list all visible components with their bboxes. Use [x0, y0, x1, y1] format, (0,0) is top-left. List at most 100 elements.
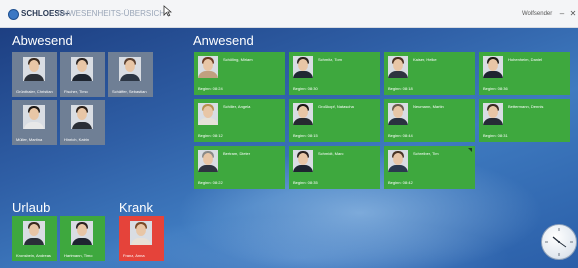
person-name: Müller, Martina: [16, 137, 43, 142]
photo-face: [136, 224, 146, 236]
user-menu[interactable]: Wolfsender: [522, 11, 552, 17]
person-name: Bettermann, Dennis: [508, 104, 544, 109]
person-tile[interactable]: Großkopf, Natascha Beginn: 08:15: [289, 99, 380, 142]
person-tile[interactable]: Hinrich, Katrin: [60, 100, 105, 145]
photo-face: [203, 59, 213, 71]
photo-body: [388, 165, 408, 172]
photo-face: [298, 59, 308, 71]
check-in-time: Beginn: 08:12: [198, 133, 223, 138]
person-tile[interactable]: Müller, Martina: [12, 100, 57, 145]
photo-body: [388, 71, 408, 78]
person-tile[interactable]: Schmidt, Marc Beginn: 08:35: [289, 146, 380, 189]
app-logo-icon: [8, 9, 19, 20]
attendance-board: Abwesend Anwesend Urlaub Krank Grünthale…: [0, 28, 578, 268]
photo-body: [72, 74, 92, 81]
person-tile[interactable]: Hartmann, Timo: [60, 216, 105, 261]
check-in-time: Beginn: 08:22: [198, 180, 223, 185]
photo-face: [77, 224, 87, 236]
person-tile[interactable]: Grünthaler, Christian: [12, 52, 57, 97]
person-name: Schmidt, Marc: [318, 151, 344, 156]
photo-body: [293, 118, 313, 125]
person-photo: [388, 150, 408, 172]
person-photo: [130, 221, 152, 245]
person-photo: [293, 150, 313, 172]
person-tile[interactable]: Schreiber, Tim Beginn: 08:42: [384, 146, 475, 189]
photo-body: [24, 122, 44, 129]
photo-body: [198, 165, 218, 172]
check-in-time: Beginn: 08:24: [198, 86, 223, 91]
person-photo: [23, 221, 45, 245]
photo-body: [131, 238, 151, 245]
person-name: Hohenheim, Daniel: [508, 57, 543, 62]
photo-face: [29, 224, 39, 236]
person-name: Schiller, Angela: [223, 104, 251, 109]
person-photo: [293, 103, 313, 125]
photo-body: [72, 238, 92, 245]
photo-body: [72, 122, 92, 129]
person-photo: [483, 103, 503, 125]
person-tile[interactable]: Fischer, Timo: [60, 52, 105, 97]
person-photo: [198, 103, 218, 125]
person-tile[interactable]: Schmitz, Tom Beginn: 08:30: [289, 52, 380, 95]
photo-body: [483, 71, 503, 78]
photo-body: [293, 165, 313, 172]
photo-body: [120, 74, 140, 81]
person-name: Schmitz, Tom: [318, 57, 342, 62]
person-name: Franz, Anna: [123, 253, 145, 258]
photo-body: [483, 118, 503, 125]
person-tile[interactable]: Bettermann, Dennis Beginn: 08:31: [479, 99, 570, 142]
person-name: Schöling, Miriam: [223, 57, 253, 62]
person-name: Bertram, Dieter: [223, 151, 251, 156]
person-name: Großkopf, Natascha: [318, 104, 354, 109]
section-heading-sick: Krank: [119, 200, 153, 215]
check-in-time: Beginn: 08:31: [483, 133, 508, 138]
person-tile[interactable]: Franz, Anna: [119, 216, 164, 261]
photo-face: [29, 108, 39, 120]
person-photo: [119, 57, 141, 81]
person-photo: [71, 221, 93, 245]
section-heading-vacation: Urlaub: [12, 200, 51, 215]
person-name: Fischer, Timo: [64, 89, 88, 94]
photo-face: [298, 106, 308, 118]
person-name: Kronsbein, Andreas: [16, 253, 51, 258]
close-button[interactable]: ✕: [569, 10, 577, 18]
check-in-time: Beginn: 08:44: [388, 133, 413, 138]
photo-face: [77, 60, 87, 72]
check-in-time: Beginn: 08:18: [388, 86, 413, 91]
photo-face: [488, 59, 498, 71]
person-photo: [388, 103, 408, 125]
person-name: Hinrich, Katrin: [64, 137, 90, 142]
photo-body: [388, 118, 408, 125]
check-in-time: Beginn: 08:42: [388, 180, 413, 185]
photo-face: [29, 60, 39, 72]
photo-face: [393, 153, 403, 165]
analog-clock: [541, 224, 577, 260]
photo-face: [125, 60, 135, 72]
photo-face: [488, 106, 498, 118]
person-name: Schäffer, Sebastian: [112, 89, 147, 94]
person-photo: [293, 56, 313, 78]
check-in-time: Beginn: 08:36: [483, 86, 508, 91]
expand-corner-icon[interactable]: [467, 147, 473, 153]
person-photo: [198, 150, 218, 172]
view-title: ANWESENHEITS-ÜBERSICHT: [57, 9, 170, 18]
person-tile[interactable]: Schöling, Miriam Beginn: 08:24: [194, 52, 285, 95]
person-tile[interactable]: Kaiser, Heike Beginn: 08:18: [384, 52, 475, 95]
person-tile[interactable]: Schiller, Angela Beginn: 08:12: [194, 99, 285, 142]
person-tile[interactable]: Schäffer, Sebastian: [108, 52, 153, 97]
check-in-time: Beginn: 08:15: [293, 133, 318, 138]
person-tile[interactable]: Hohenheim, Daniel Beginn: 08:36: [479, 52, 570, 95]
person-name: Grünthaler, Christian: [16, 89, 53, 94]
person-photo: [483, 56, 503, 78]
photo-body: [198, 118, 218, 125]
photo-body: [293, 71, 313, 78]
person-tile[interactable]: Neumann, Martin Beginn: 08:44: [384, 99, 475, 142]
photo-face: [298, 153, 308, 165]
title-bar: SCHLOESS+ ANWESENHEITS-ÜBERSICHT Wolfsen…: [0, 0, 578, 28]
person-tile[interactable]: Bertram, Dieter Beginn: 08:22: [194, 146, 285, 189]
person-tile[interactable]: Kronsbein, Andreas: [12, 216, 57, 261]
section-heading-present: Anwesend: [193, 33, 254, 48]
minimize-button[interactable]: –: [558, 10, 566, 18]
person-photo: [198, 56, 218, 78]
photo-face: [203, 153, 213, 165]
